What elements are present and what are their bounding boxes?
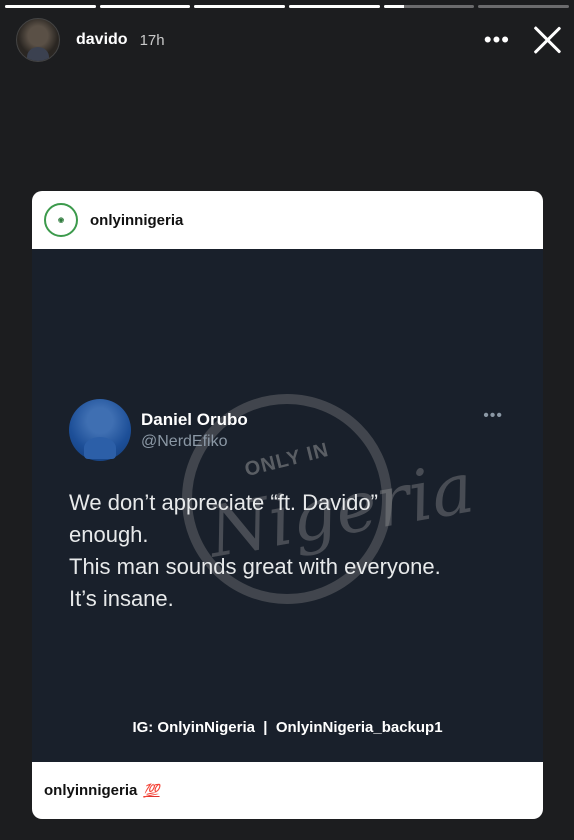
- post-caption: onlyinnigeria 💯: [32, 762, 543, 819]
- shared-post-card[interactable]: ◉ onlyinnigeria ONLY IN Nigeria Daniel O…: [32, 191, 543, 819]
- post-account-name[interactable]: onlyinnigeria: [90, 212, 183, 229]
- progress-segment: [5, 5, 96, 8]
- tweet-author-handle: @NerdEfiko: [141, 433, 228, 450]
- tweet-screenshot: ONLY IN Nigeria Daniel Orubo @NerdEfiko …: [32, 249, 543, 762]
- story-username[interactable]: davido: [76, 31, 128, 49]
- tweet-line: We don’t appreciate “ft. Davido”: [69, 490, 378, 515]
- tweet-more-icon: •••: [483, 407, 503, 424]
- progress-segment: [289, 5, 380, 8]
- caption-username[interactable]: onlyinnigeria: [44, 782, 137, 799]
- story-header: davido 17h •••: [16, 18, 562, 62]
- progress-segment-current: [383, 5, 475, 8]
- progress-segment: [478, 5, 570, 8]
- ig-credit-text: IG: OnlyinNigeria | OnlyinNigeria_backup…: [132, 719, 443, 736]
- story-timestamp: 17h: [139, 31, 165, 49]
- onlyinnigeria-logo-icon: ◉: [44, 203, 78, 237]
- tweet-line: It’s insane.: [69, 586, 174, 611]
- progress-segment: [99, 5, 191, 8]
- tweet-line: This man sounds great with everyone.: [69, 554, 441, 579]
- progress-segment: [194, 5, 286, 8]
- tweet-line: enough.: [69, 522, 149, 547]
- tweet-author-name: Daniel Orubo: [141, 410, 248, 429]
- close-icon[interactable]: [532, 25, 562, 55]
- more-options-icon[interactable]: •••: [484, 29, 510, 51]
- avatar[interactable]: [16, 18, 60, 62]
- tweet-text: We don’t appreciate “ft. Davido” enough.…: [69, 487, 509, 615]
- tweet-avatar: [69, 399, 131, 461]
- post-header: ◉ onlyinnigeria: [32, 191, 543, 249]
- story-progress-bar: [5, 5, 570, 8]
- hundred-points-icon: 💯: [143, 782, 160, 798]
